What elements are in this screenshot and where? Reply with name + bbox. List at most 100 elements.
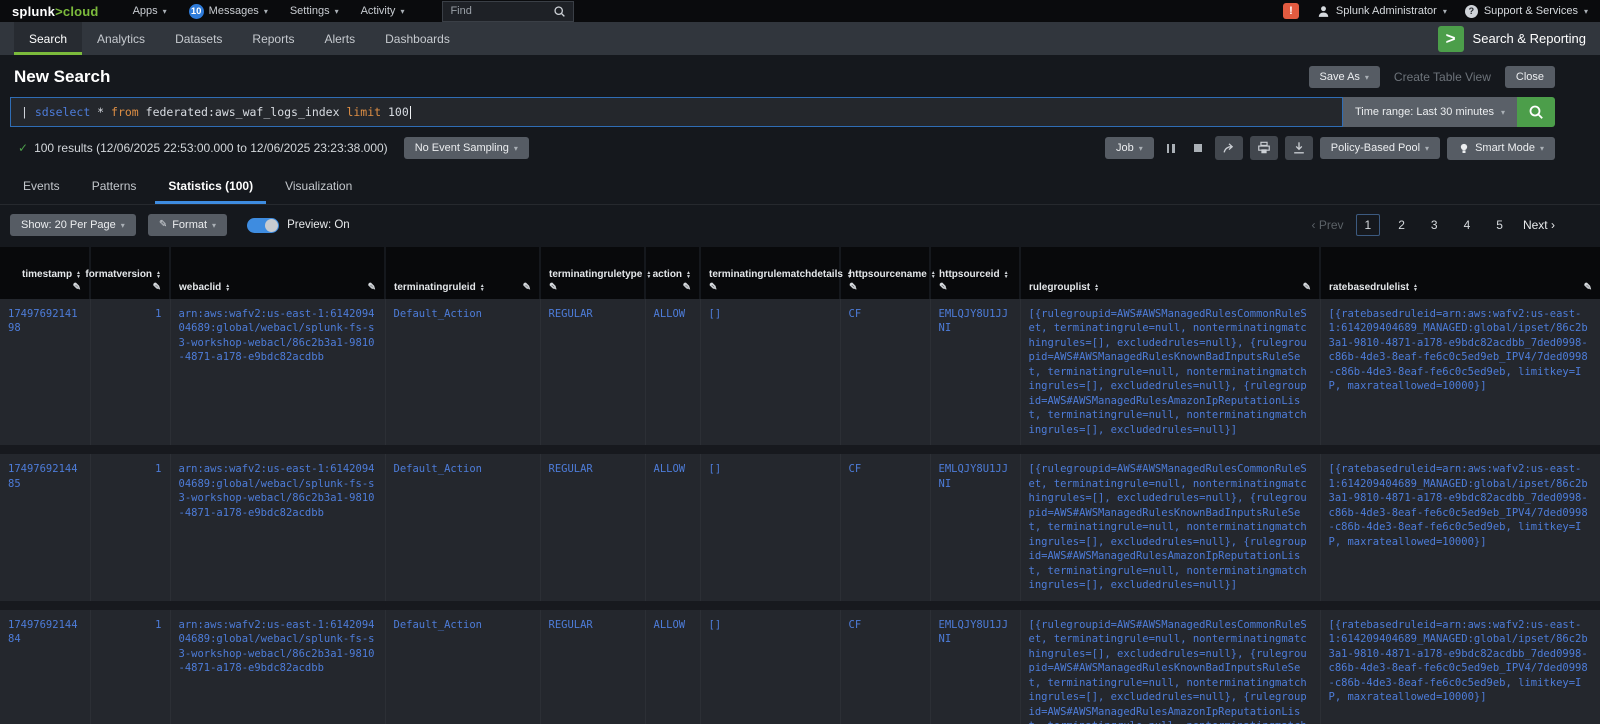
edit-column-icon[interactable]: ✎ xyxy=(1584,283,1592,293)
page-button-4[interactable]: 4 xyxy=(1456,215,1479,235)
column-header-rulegrouplist[interactable]: rulegrouplist▲▼✎ xyxy=(1020,247,1320,299)
cell-httpsourcename[interactable]: CF xyxy=(840,605,930,724)
cell-terminatingrulematchdetails[interactable]: [] xyxy=(700,299,840,450)
cell-rulegrouplist[interactable]: [{rulegroupid=AWS#AWSManagedRulesCommonR… xyxy=(1020,450,1320,605)
sort-icon[interactable]: ▲▼ xyxy=(156,271,161,279)
preview-toggle[interactable]: Preview: On xyxy=(247,218,350,233)
cell-terminatingruletype[interactable]: REGULAR xyxy=(540,299,645,450)
share-button[interactable] xyxy=(1215,136,1243,160)
user-menu[interactable]: Splunk Administrator ▾ xyxy=(1317,5,1447,18)
edit-column-icon[interactable]: ✎ xyxy=(523,283,531,293)
alert-badge[interactable]: ! xyxy=(1283,3,1299,19)
results-tab-events[interactable]: Events xyxy=(10,172,73,204)
cell-action[interactable]: ALLOW xyxy=(645,299,700,450)
column-header-terminatingrulematchdetails[interactable]: terminatingrulematchdetails▲▼✎ xyxy=(700,247,840,299)
support-menu[interactable]: ? Support & Services ▾ xyxy=(1465,5,1588,18)
nav-tab-search[interactable]: Search xyxy=(14,22,82,55)
column-header-webaclid[interactable]: webaclid▲▼✎ xyxy=(170,247,385,299)
column-header-httpsourceid[interactable]: httpsourceid▲▼✎ xyxy=(930,247,1020,299)
topbar-menu-settings[interactable]: Settings▾ xyxy=(290,5,339,17)
cell-ratebasedrulelist[interactable]: [{ratebasedruleid=arn:aws:wafv2:us-east-… xyxy=(1320,299,1600,450)
cell-httpsourcename[interactable]: CF xyxy=(840,299,930,450)
sort-icon[interactable]: ▲▼ xyxy=(931,271,936,279)
run-search-button[interactable] xyxy=(1517,97,1555,127)
cell-timestamp[interactable]: 1749769214485 xyxy=(0,450,90,605)
edit-column-icon[interactable]: ✎ xyxy=(1303,283,1311,293)
cell-action[interactable]: ALLOW xyxy=(645,450,700,605)
splunk-cloud-logo[interactable]: splunk>cloud xyxy=(12,4,99,19)
cell-terminatingruleid[interactable]: Default_Action xyxy=(385,605,540,724)
page-button-2[interactable]: 2 xyxy=(1390,215,1413,235)
results-tab-patterns[interactable]: Patterns xyxy=(79,172,150,204)
job-menu-button[interactable]: Job▾ xyxy=(1105,137,1154,159)
column-header-ratebasedrulelist[interactable]: ratebasedrulelist▲▼✎ xyxy=(1320,247,1600,299)
time-range-picker[interactable]: Time range: Last 30 minutes▾ xyxy=(1343,97,1517,127)
column-header-httpsourcename[interactable]: httpsourcename▲▼✎ xyxy=(840,247,930,299)
search-mode-button[interactable]: Smart Mode▾ xyxy=(1447,137,1555,160)
sort-icon[interactable]: ▲▼ xyxy=(1413,284,1418,292)
cell-ratebasedrulelist[interactable]: [{ratebasedruleid=arn:aws:wafv2:us-east-… xyxy=(1320,450,1600,605)
sort-icon[interactable]: ▲▼ xyxy=(225,284,230,292)
nav-tab-datasets[interactable]: Datasets xyxy=(160,22,237,55)
nav-tab-analytics[interactable]: Analytics xyxy=(82,22,160,55)
nav-tab-reports[interactable]: Reports xyxy=(237,22,309,55)
cell-httpsourceid[interactable]: EMLQJY8U1JJNI xyxy=(930,299,1020,450)
cell-httpsourceid[interactable]: EMLQJY8U1JJNI xyxy=(930,450,1020,605)
page-button-1[interactable]: 1 xyxy=(1356,214,1381,236)
edit-column-icon[interactable]: ✎ xyxy=(153,283,161,293)
format-button[interactable]: ✎ Format▾ xyxy=(148,214,227,236)
next-page-button[interactable]: Next › xyxy=(1523,218,1555,232)
column-header-action[interactable]: action▲▼✎ xyxy=(645,247,700,299)
page-button-5[interactable]: 5 xyxy=(1488,215,1511,235)
cell-formatversion[interactable]: 1 xyxy=(90,450,170,605)
edit-column-icon[interactable]: ✎ xyxy=(849,283,857,293)
results-tab-statistics[interactable]: Statistics (100) xyxy=(155,172,266,204)
cell-action[interactable]: ALLOW xyxy=(645,605,700,724)
search-query-input[interactable]: | sdselect * from federated:aws_waf_logs… xyxy=(10,97,1343,127)
pause-button[interactable] xyxy=(1161,136,1181,160)
cell-httpsourceid[interactable]: EMLQJY8U1JJNI xyxy=(930,605,1020,724)
page-button-3[interactable]: 3 xyxy=(1423,215,1446,235)
per-page-button[interactable]: Show: 20 Per Page▾ xyxy=(10,214,136,236)
sort-icon[interactable]: ▲▼ xyxy=(1004,271,1009,279)
sort-icon[interactable]: ▲▼ xyxy=(646,271,651,279)
nav-tab-dashboards[interactable]: Dashboards xyxy=(370,22,465,55)
edit-column-icon[interactable]: ✎ xyxy=(709,283,717,293)
cell-terminatingruletype[interactable]: REGULAR xyxy=(540,450,645,605)
cell-formatversion[interactable]: 1 xyxy=(90,605,170,724)
edit-column-icon[interactable]: ✎ xyxy=(939,283,947,293)
cell-terminatingrulematchdetails[interactable]: [] xyxy=(700,605,840,724)
topbar-menu-activity[interactable]: Activity▾ xyxy=(361,5,405,17)
close-button[interactable]: Close xyxy=(1505,66,1555,88)
cell-webaclid[interactable]: arn:aws:wafv2:us-east-1:614209404689:glo… xyxy=(170,299,385,450)
cell-webaclid[interactable]: arn:aws:wafv2:us-east-1:614209404689:glo… xyxy=(170,605,385,724)
find-search-box[interactable]: Find xyxy=(442,1,574,22)
nav-tab-alerts[interactable]: Alerts xyxy=(309,22,370,55)
cell-rulegrouplist[interactable]: [{rulegroupid=AWS#AWSManagedRulesCommonR… xyxy=(1020,299,1320,450)
stop-button[interactable] xyxy=(1188,136,1208,160)
sort-icon[interactable]: ▲▼ xyxy=(686,271,691,279)
cell-terminatingrulematchdetails[interactable]: [] xyxy=(700,450,840,605)
export-button[interactable] xyxy=(1285,136,1313,160)
cell-formatversion[interactable]: 1 xyxy=(90,299,170,450)
cell-ratebasedrulelist[interactable]: [{ratebasedruleid=arn:aws:wafv2:us-east-… xyxy=(1320,605,1600,724)
cell-timestamp[interactable]: 1749769214198 xyxy=(0,299,90,450)
column-header-formatversion[interactable]: formatversion▲▼✎ xyxy=(90,247,170,299)
edit-column-icon[interactable]: ✎ xyxy=(549,283,557,293)
edit-column-icon[interactable]: ✎ xyxy=(368,283,376,293)
topbar-menu-apps[interactable]: Apps▾ xyxy=(133,5,167,17)
cell-terminatingruleid[interactable]: Default_Action xyxy=(385,299,540,450)
sort-icon[interactable]: ▲▼ xyxy=(76,271,81,279)
topbar-menu-messages[interactable]: 10Messages▾ xyxy=(189,4,268,19)
print-button[interactable] xyxy=(1250,136,1278,160)
cell-httpsourcename[interactable]: CF xyxy=(840,450,930,605)
cell-terminatingruleid[interactable]: Default_Action xyxy=(385,450,540,605)
results-tab-visualization[interactable]: Visualization xyxy=(272,172,365,204)
workload-pool-button[interactable]: Policy-Based Pool▾ xyxy=(1320,137,1440,159)
app-identity[interactable]: > Search & Reporting xyxy=(1438,22,1594,55)
cell-terminatingruletype[interactable]: REGULAR xyxy=(540,605,645,724)
sort-icon[interactable]: ▲▼ xyxy=(1094,284,1099,292)
save-as-button[interactable]: Save As▾ xyxy=(1309,66,1380,88)
cell-rulegrouplist[interactable]: [{rulegroupid=AWS#AWSManagedRulesCommonR… xyxy=(1020,605,1320,724)
cell-webaclid[interactable]: arn:aws:wafv2:us-east-1:614209404689:glo… xyxy=(170,450,385,605)
